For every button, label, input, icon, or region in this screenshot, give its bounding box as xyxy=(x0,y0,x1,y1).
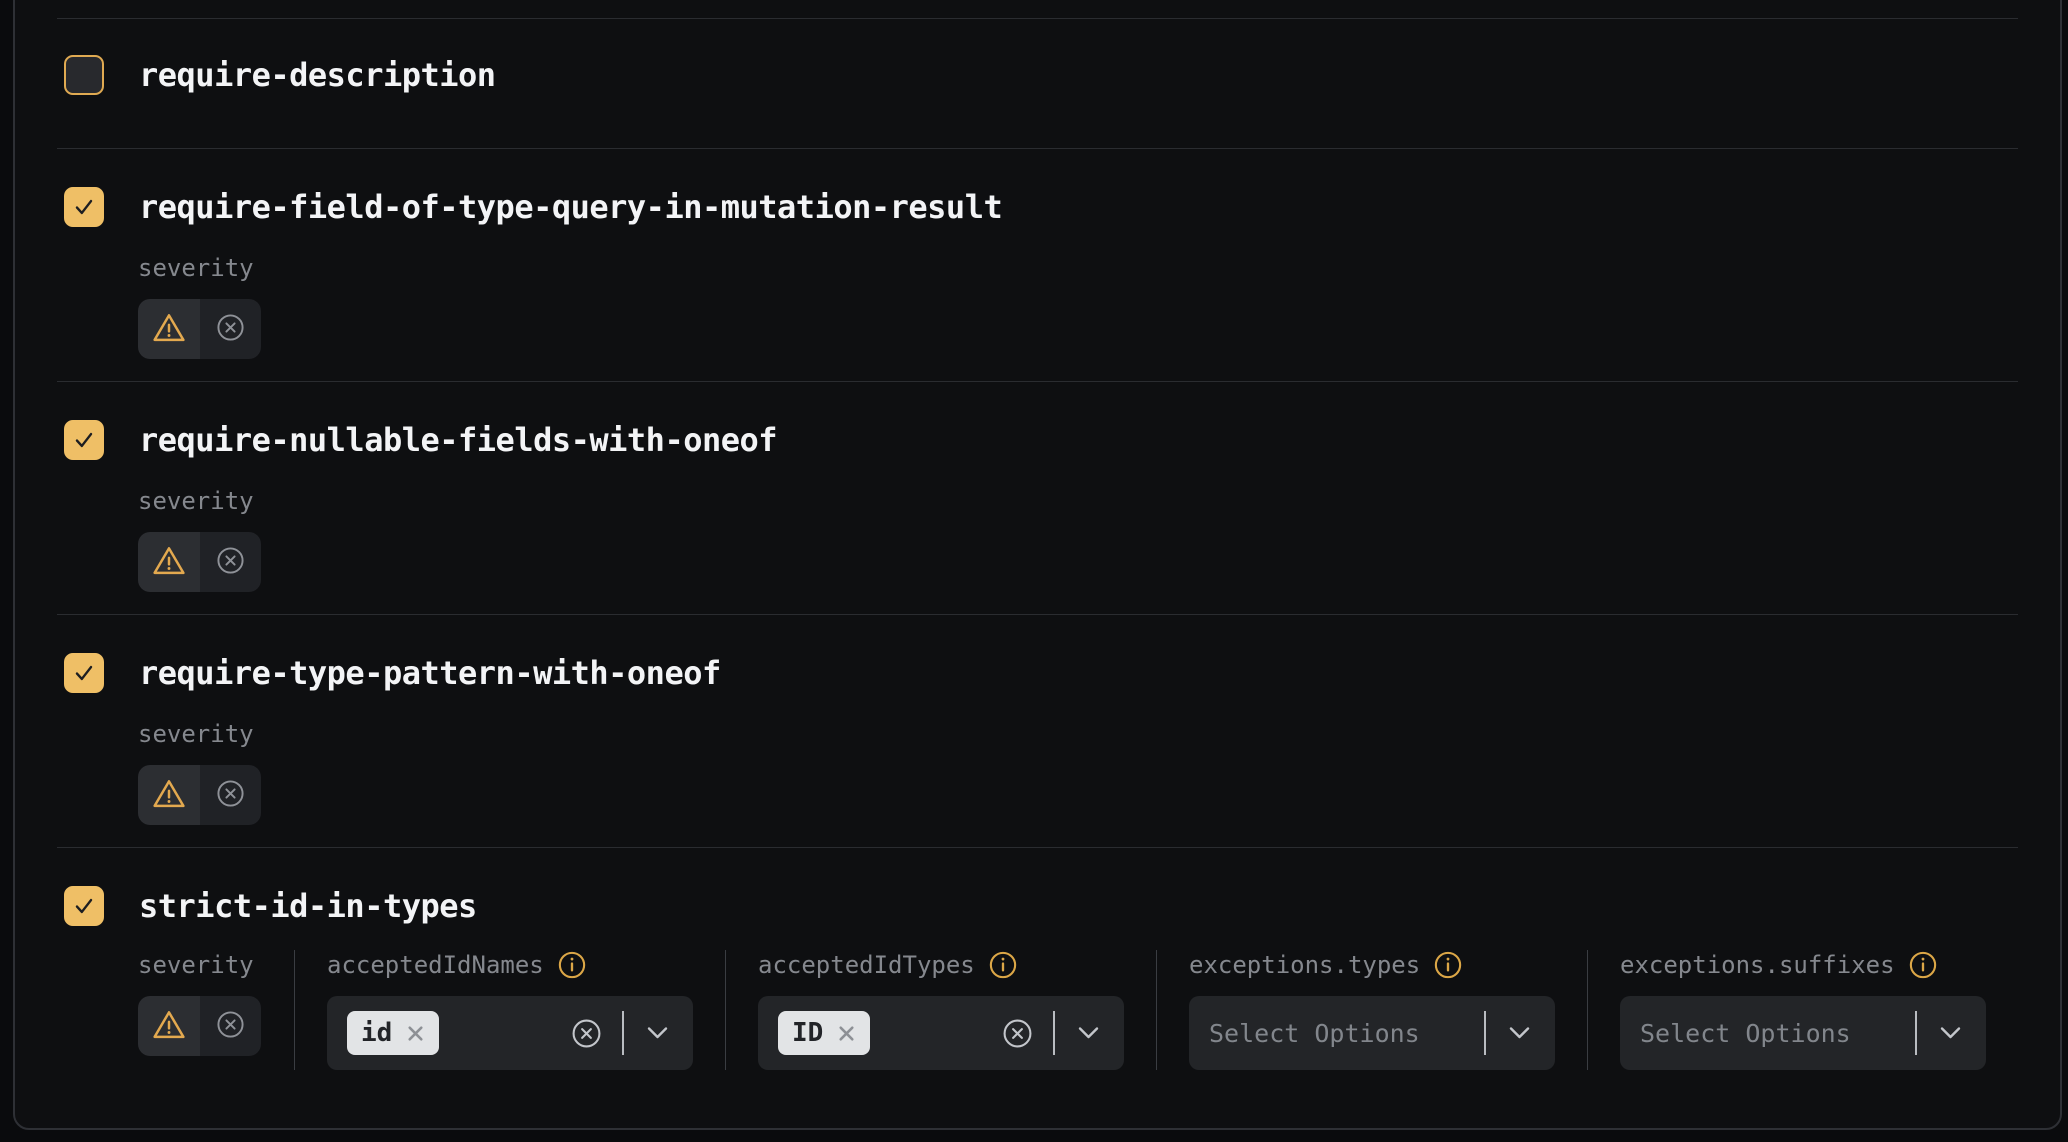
severity-off-button[interactable] xyxy=(200,299,262,359)
severity-warn-button[interactable] xyxy=(138,532,200,592)
multiselect-acceptedIdTypes[interactable]: ID xyxy=(758,996,1124,1070)
chevron-down-icon[interactable] xyxy=(646,1026,669,1040)
severity-label: severity xyxy=(138,486,2018,516)
rules-panel: require-description require-field-of-typ… xyxy=(13,0,2062,1130)
circle-x-icon xyxy=(216,1010,245,1043)
panel-spacer xyxy=(15,0,2060,18)
circle-x-icon xyxy=(216,546,245,579)
rule-checkbox[interactable] xyxy=(64,653,104,693)
selected-tag: ID xyxy=(778,1011,870,1055)
option-label: exceptions.suffixes xyxy=(1620,950,1895,980)
rule-checkbox[interactable] xyxy=(64,420,104,460)
option-label: exceptions.types xyxy=(1189,950,1420,980)
rule-row-require-nullable-fields-with-oneof: require-nullable-fields-with-oneof sever… xyxy=(57,381,2018,614)
tag-remove-x-icon[interactable] xyxy=(406,1024,425,1043)
warning-triangle-icon xyxy=(152,778,186,813)
option-column-acceptedIdTypes: acceptedIdTypes ID xyxy=(726,950,1156,1070)
select-separator xyxy=(1053,1011,1055,1055)
option-label: acceptedIdTypes xyxy=(758,950,975,980)
rule-title: require-field-of-type-query-in-mutation-… xyxy=(139,188,1002,226)
rule-title: require-nullable-fields-with-oneof xyxy=(139,421,777,459)
chevron-down-icon[interactable] xyxy=(1508,1026,1531,1040)
option-column-acceptedIdNames: acceptedIdNames id xyxy=(295,950,725,1070)
severity-toggle-group xyxy=(138,765,261,825)
multiselect-acceptedIdNames[interactable]: id xyxy=(327,996,693,1070)
select-separator xyxy=(622,1011,624,1055)
chevron-down-icon[interactable] xyxy=(1077,1026,1100,1040)
check-icon xyxy=(71,427,97,453)
severity-off-button[interactable] xyxy=(200,996,262,1056)
severity-toggle-group xyxy=(138,299,261,359)
info-icon[interactable] xyxy=(1909,951,1937,979)
check-icon xyxy=(71,660,97,686)
rule-title: strict-id-in-types xyxy=(139,887,477,925)
select-placeholder: Select Options xyxy=(1640,1019,1851,1048)
chevron-down-icon[interactable] xyxy=(1939,1026,1962,1040)
option-column-exceptions-suffixes: exceptions.suffixes Select Options xyxy=(1588,950,2018,1070)
clear-all-circle-x-icon[interactable] xyxy=(1002,1018,1033,1049)
rule-row-require-field-of-type-query-in-mutation-result: require-field-of-type-query-in-mutation-… xyxy=(57,148,2018,381)
severity-toggle-group xyxy=(138,532,261,592)
multiselect-exceptions-suffixes[interactable]: Select Options xyxy=(1620,996,1986,1070)
severity-warn-button[interactable] xyxy=(138,996,200,1056)
rule-title: require-description xyxy=(139,56,496,94)
check-icon xyxy=(71,893,97,919)
rule-checkbox[interactable] xyxy=(64,886,104,926)
warning-triangle-icon xyxy=(152,1009,186,1044)
selected-tag: id xyxy=(347,1011,439,1055)
circle-x-icon xyxy=(216,313,245,346)
severity-warn-button[interactable] xyxy=(138,299,200,359)
severity-label: severity xyxy=(138,950,294,980)
info-icon[interactable] xyxy=(989,951,1017,979)
severity-warn-button[interactable] xyxy=(138,765,200,825)
severity-off-button[interactable] xyxy=(200,532,262,592)
tag-label: id xyxy=(361,1018,392,1048)
option-column-exceptions-types: exceptions.types Select Options xyxy=(1157,950,1587,1070)
select-placeholder: Select Options xyxy=(1209,1019,1420,1048)
select-separator xyxy=(1484,1011,1486,1055)
warning-triangle-icon xyxy=(152,312,186,347)
severity-off-button[interactable] xyxy=(200,765,262,825)
option-label: acceptedIdNames xyxy=(327,950,544,980)
info-icon[interactable] xyxy=(1434,951,1462,979)
rule-row-require-type-pattern-with-oneof: require-type-pattern-with-oneof severity xyxy=(57,614,2018,847)
warning-triangle-icon xyxy=(152,545,186,580)
select-separator xyxy=(1915,1011,1917,1055)
rule-config-row: severity xyxy=(138,950,2018,1070)
severity-label: severity xyxy=(138,719,2018,749)
rules-settings-page: require-description require-field-of-typ… xyxy=(0,0,2068,1142)
rule-row-require-description: require-description xyxy=(57,18,2018,148)
rule-checkbox[interactable] xyxy=(64,55,104,95)
clear-all-circle-x-icon[interactable] xyxy=(571,1018,602,1049)
severity-toggle-group xyxy=(138,996,261,1056)
multiselect-exceptions-types[interactable]: Select Options xyxy=(1189,996,1555,1070)
rule-checkbox[interactable] xyxy=(64,187,104,227)
rule-title: require-type-pattern-with-oneof xyxy=(139,654,721,692)
tag-label: ID xyxy=(792,1018,823,1048)
tag-remove-x-icon[interactable] xyxy=(837,1024,856,1043)
info-icon[interactable] xyxy=(558,951,586,979)
circle-x-icon xyxy=(216,779,245,812)
severity-label: severity xyxy=(138,253,2018,283)
severity-column: severity xyxy=(138,950,294,1070)
rule-row-strict-id-in-types: strict-id-in-types severity xyxy=(57,847,2018,1130)
check-icon xyxy=(71,194,97,220)
